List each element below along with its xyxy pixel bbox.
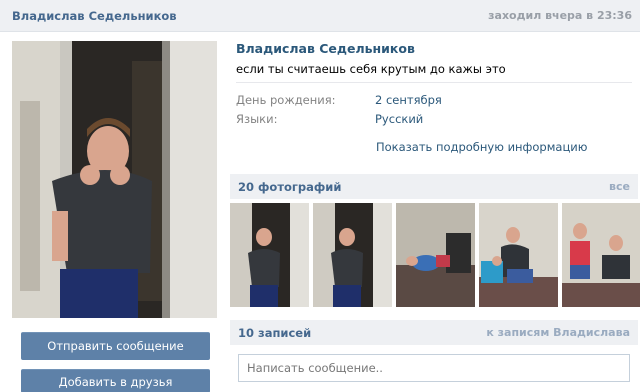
posts-title[interactable]: 10 записей <box>238 326 311 340</box>
photo-thumbnail[interactable] <box>313 203 392 307</box>
birthday-label: День рождения: <box>236 93 336 107</box>
photo-thumbnail[interactable] <box>479 203 558 307</box>
divider <box>236 82 632 83</box>
photo-thumbnails <box>230 203 640 307</box>
languages-label: Языки: <box>236 112 278 126</box>
photo-thumbnail[interactable] <box>230 203 309 307</box>
posts-link[interactable]: к записям Владислава <box>486 326 630 339</box>
profile-photo-image <box>12 41 217 318</box>
left-column: Отправить сообщение Добавить в друзья <box>0 32 228 392</box>
photo-thumbnail[interactable] <box>562 203 640 307</box>
add-friend-button[interactable]: Добавить в друзья <box>21 369 210 392</box>
right-column: Владислав Седельников если ты считаешь с… <box>228 32 640 392</box>
show-more-link[interactable]: Показать подробную информацию <box>376 140 587 154</box>
compose-input[interactable]: Написать сообщение.. <box>238 354 630 382</box>
page-title: Владислав Седельников <box>236 41 415 56</box>
profile-photo[interactable] <box>12 41 217 318</box>
header-name[interactable]: Владислав Седельников <box>12 9 177 23</box>
top-bar: Владислав Седельников заходил вчера в 23… <box>0 0 640 32</box>
birthday-value[interactable]: 2 сентября <box>375 93 442 107</box>
languages-value[interactable]: Русский <box>375 112 423 126</box>
last-seen-text: заходил вчера в 23:36 <box>488 9 632 22</box>
photos-all-link[interactable]: все <box>609 180 630 193</box>
send-message-button[interactable]: Отправить сообщение <box>21 332 210 360</box>
posts-section-header[interactable]: 10 записей к записям Владислава <box>230 320 638 345</box>
status-text[interactable]: если ты считаешь себя крутым до кажы это <box>236 62 506 76</box>
photos-section-header[interactable]: 20 фотографий все <box>230 174 638 199</box>
photos-title[interactable]: 20 фотографий <box>238 180 341 194</box>
photo-thumbnail[interactable] <box>396 203 475 307</box>
